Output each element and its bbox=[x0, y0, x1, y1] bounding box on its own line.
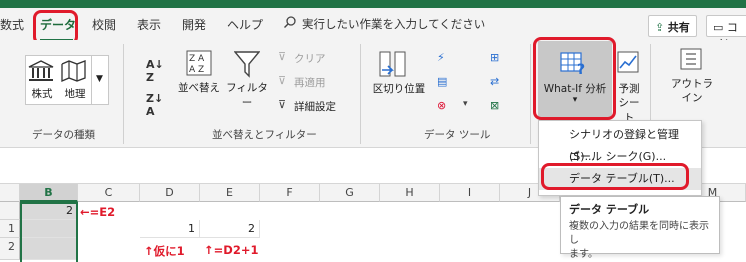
stocks-button[interactable]: 株式 bbox=[30, 86, 54, 101]
chevron-down-icon: ▼ bbox=[96, 74, 103, 84]
outline-button[interactable]: アウトラ bbox=[664, 76, 720, 91]
column-header-e[interactable]: E bbox=[200, 184, 260, 202]
data-model-icon[interactable]: ⊠ bbox=[490, 99, 499, 112]
tab-help[interactable]: ヘルプ bbox=[227, 16, 263, 33]
text-to-columns-icon bbox=[378, 50, 408, 83]
filter-icon bbox=[233, 50, 261, 81]
flash-fill-icon[interactable]: ⚡ bbox=[437, 51, 445, 64]
ribbon-divider bbox=[123, 44, 124, 144]
cell-d1[interactable]: 1 bbox=[140, 220, 200, 238]
sort-icon: Z AA Z bbox=[186, 50, 212, 79]
filter-button[interactable]: フィルター bbox=[222, 80, 272, 110]
geography-icon bbox=[61, 60, 87, 85]
clear-button[interactable]: クリア bbox=[294, 51, 326, 66]
forecast-sheet-icon bbox=[617, 50, 641, 77]
reapply-button[interactable]: 再適用 bbox=[294, 75, 326, 90]
consolidate-icon[interactable]: ⊞ bbox=[490, 51, 499, 64]
column-header-f[interactable]: F bbox=[260, 184, 320, 202]
tooltip: データ テーブル 複数の入力の結果を同時に表示し ます。 bbox=[560, 196, 720, 260]
row-header[interactable]: 2 bbox=[0, 238, 20, 260]
tab-view[interactable]: 表示 bbox=[137, 16, 161, 33]
ribbon-divider bbox=[360, 44, 361, 144]
group-label-data-tools: データ ツール bbox=[424, 129, 491, 141]
relationships-icon[interactable]: ⇄ bbox=[490, 75, 499, 88]
share-button[interactable]: ⇪ 共有 bbox=[648, 15, 697, 37]
tooltip-title: データ テーブル bbox=[569, 203, 650, 216]
tab-review[interactable]: 校閲 bbox=[92, 16, 116, 33]
tell-me-input[interactable]: 実行したい作業を入力してください bbox=[302, 16, 485, 32]
column-header-i[interactable]: I bbox=[440, 184, 500, 202]
sort-button[interactable]: 並べ替え bbox=[177, 80, 221, 95]
highlight-data-table bbox=[541, 163, 689, 190]
column-header-c[interactable]: C bbox=[78, 184, 140, 202]
share-icon: ⇪ bbox=[655, 21, 665, 34]
row-header[interactable] bbox=[0, 202, 20, 220]
outline-label-2: イン bbox=[681, 92, 703, 104]
data-types-dropdown[interactable]: ▼ bbox=[91, 55, 109, 105]
comment-icon: ▭ bbox=[713, 21, 724, 34]
tooltip-description: 複数の入力の結果を同時に表示し bbox=[569, 221, 709, 246]
outline-icon bbox=[680, 48, 702, 73]
row-header[interactable]: 1 bbox=[0, 220, 20, 238]
ribbon-divider bbox=[530, 44, 531, 144]
svg-text:A Z: A Z bbox=[189, 65, 204, 75]
highlight-what-if bbox=[533, 37, 616, 120]
clear-filter-icon: ⊽ bbox=[278, 50, 287, 63]
reapply-icon: ⊽ bbox=[278, 74, 287, 87]
stocks-icon bbox=[28, 60, 54, 85]
column-header-g[interactable]: G bbox=[320, 184, 380, 202]
tab-formulas[interactable]: 数式 bbox=[0, 16, 24, 33]
sort-ascending-icon[interactable]: A↓ Z bbox=[146, 58, 164, 84]
group-label-data-types: データの種類 bbox=[32, 129, 95, 141]
advanced-filter-icon: ⊽ bbox=[278, 98, 287, 111]
menu-item-scenario-manager[interactable]: シナリオの登録と管理(S)... bbox=[539, 124, 701, 163]
remove-duplicates-icon[interactable]: ▤ bbox=[437, 75, 447, 88]
ribbon-tabs: 数式 データ 校閲 表示 開発 ヘルプ 実行したい作業を入力してください ⇪ 共… bbox=[0, 8, 746, 50]
annotation-d: ↑仮に1 bbox=[144, 244, 185, 258]
annotation-e2: ←=E2 bbox=[80, 205, 116, 219]
chevron-down-icon[interactable]: ▾ bbox=[463, 99, 468, 109]
cell-e1[interactable]: 2 bbox=[200, 220, 260, 238]
tab-developer[interactable]: 開発 bbox=[182, 16, 206, 33]
text-to-columns-button[interactable]: 区切り位置 bbox=[371, 81, 427, 96]
geography-button[interactable]: 地理 bbox=[62, 86, 88, 101]
column-header-b[interactable]: B bbox=[20, 184, 78, 202]
search-icon bbox=[283, 15, 297, 32]
selection-range bbox=[20, 202, 78, 262]
annotation-e: ↑=D2+1 bbox=[204, 243, 259, 257]
data-validation-icon[interactable]: ⊗ bbox=[437, 99, 446, 112]
group-label-sort-filter: 並べ替えとフィルター bbox=[212, 129, 317, 141]
advanced-filter-button[interactable]: 詳細設定 bbox=[294, 99, 336, 114]
svg-text:Z A: Z A bbox=[189, 54, 205, 64]
comments-button[interactable]: ▭ コメン bbox=[706, 15, 746, 50]
column-header-h[interactable]: H bbox=[380, 184, 440, 202]
select-all-corner[interactable] bbox=[0, 184, 20, 202]
sort-descending-icon[interactable]: Z↓ A bbox=[146, 92, 163, 118]
forecast-sheet-button[interactable]: 予測 bbox=[614, 81, 644, 96]
column-header-d[interactable]: D bbox=[140, 184, 200, 202]
share-label: 共有 bbox=[667, 21, 690, 34]
title-bar bbox=[0, 0, 746, 8]
